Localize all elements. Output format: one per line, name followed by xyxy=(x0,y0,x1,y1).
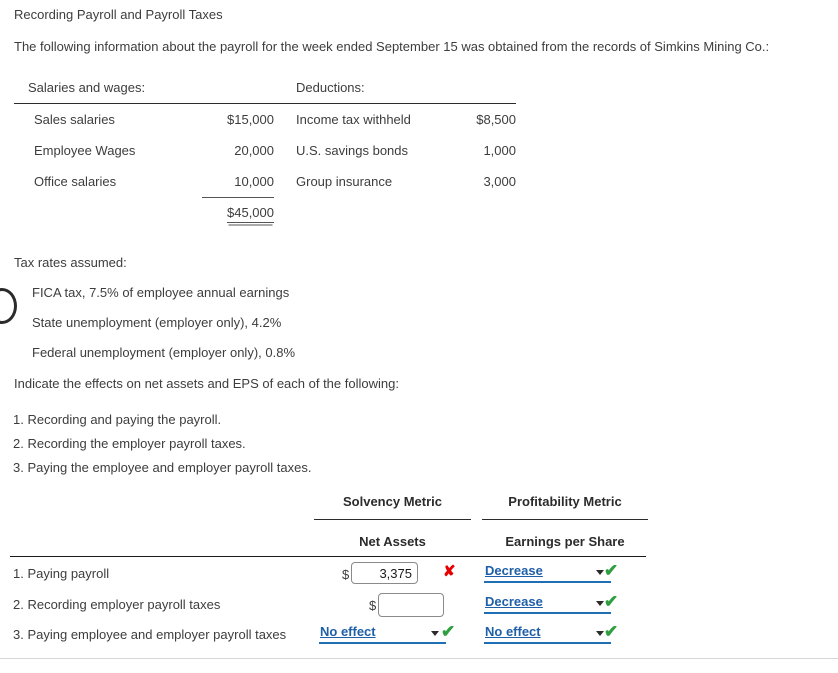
correct-mark-icon: ✔ xyxy=(604,622,619,641)
deductions-header-spacer xyxy=(448,72,516,103)
tax-rate-item: FICA tax, 7.5% of employee annual earnin… xyxy=(32,285,290,300)
salary-label: Sales salaries xyxy=(34,112,115,127)
profitability-header-rule xyxy=(482,519,648,520)
profitability-metric-header: Profitability Metric xyxy=(508,494,622,509)
currency-symbol: $ xyxy=(369,598,377,613)
deduction-label: U.S. savings bonds xyxy=(296,143,409,158)
salary-amount: 20,000 xyxy=(234,143,274,158)
deductions-header: Deductions: xyxy=(296,80,365,95)
salary-label: Employee Wages xyxy=(34,143,136,158)
eps-dropdown-value: Decrease xyxy=(485,594,543,609)
salary-amount: $15,000 xyxy=(227,112,274,127)
salaries-header: Salaries and wages: xyxy=(28,80,146,95)
list-item: 2. Recording the employer payroll taxes. xyxy=(13,436,246,451)
column-gap xyxy=(274,104,296,136)
column-gap xyxy=(274,72,296,103)
payroll-header-row: Salaries and wages: Deductions: xyxy=(14,72,516,103)
chevron-down-icon xyxy=(596,631,604,636)
column-gap xyxy=(274,135,296,166)
currency-symbol: $ xyxy=(342,567,350,582)
deduction-amount: $8,500 xyxy=(476,112,516,127)
eps-dropdown[interactable]: Decrease xyxy=(484,594,611,614)
tax-rate-item: Federal unemployment (employer only), 0.… xyxy=(32,345,296,360)
salaries-total-amount: $45,000 xyxy=(202,198,274,226)
spacer xyxy=(448,198,516,226)
table-row: Sales salaries $15,000 Income tax withhe… xyxy=(14,104,516,136)
tax-rate-item: State unemployment (employer only), 4.2% xyxy=(32,315,282,330)
spacer xyxy=(14,198,202,226)
chevron-down-icon xyxy=(596,570,604,575)
deduction-label: Group insurance xyxy=(296,174,393,189)
row-label: 3. Paying employee and employer payroll … xyxy=(13,627,287,642)
salaries-total-row: $45,000 xyxy=(14,198,516,226)
net-assets-input[interactable] xyxy=(351,562,418,584)
page-bottom-divider xyxy=(0,658,838,659)
deduction-amount: 3,000 xyxy=(483,174,516,189)
question-intro-text: The following information about the payr… xyxy=(14,39,770,54)
salary-label: Office salaries xyxy=(34,174,117,189)
page-title: Recording Payroll and Payroll Taxes xyxy=(14,7,223,22)
deduction-amount: 1,000 xyxy=(483,143,516,158)
spacer xyxy=(296,198,448,226)
net-assets-dropdown-value: No effect xyxy=(320,624,376,639)
deduction-label: Income tax withheld xyxy=(296,112,411,127)
eps-dropdown-value: Decrease xyxy=(485,563,543,578)
table-row: 2. Recording employer payroll taxes $ De… xyxy=(0,593,838,623)
eps-subheader: Earnings per Share xyxy=(505,534,625,549)
eps-dropdown[interactable]: Decrease xyxy=(484,563,611,583)
correct-mark-icon: ✔ xyxy=(441,622,456,641)
list-item: 3. Paying the employee and employer payr… xyxy=(13,460,312,475)
table-row: 3. Paying employee and employer payroll … xyxy=(0,623,838,653)
eps-dropdown[interactable]: No effect xyxy=(484,624,611,644)
net-assets-subheader: Net Assets xyxy=(359,534,426,549)
table-row: Office salaries 10,000 Group insurance 3… xyxy=(14,166,516,197)
salary-amount: 10,000 xyxy=(234,174,274,189)
chevron-down-icon xyxy=(431,631,439,636)
tax-rates-header: Tax rates assumed: xyxy=(14,255,127,270)
list-item: 1. Recording and paying the payroll. xyxy=(13,412,222,427)
solvency-header-rule xyxy=(314,519,471,520)
eps-dropdown-value: No effect xyxy=(485,624,541,639)
salaries-total-value: $45,000 xyxy=(227,205,274,223)
answer-table-top-rule xyxy=(10,556,646,557)
instruction-text: Indicate the effects on net assets and E… xyxy=(14,376,399,391)
correct-mark-icon: ✔ xyxy=(604,592,619,611)
exercise-page: Recording Payroll and Payroll Taxes The … xyxy=(0,0,838,673)
spacer xyxy=(274,198,296,226)
chevron-down-icon xyxy=(596,601,604,606)
net-assets-dropdown[interactable]: No effect xyxy=(319,624,446,644)
payroll-data-table: Salaries and wages: Deductions: Sales sa… xyxy=(14,72,516,226)
cut-off-circle-icon xyxy=(0,288,17,324)
row-label: 1. Paying payroll xyxy=(13,566,110,581)
salaries-header-spacer xyxy=(202,72,274,103)
table-row: Employee Wages 20,000 U.S. savings bonds… xyxy=(14,135,516,166)
net-assets-input[interactable] xyxy=(378,593,444,617)
incorrect-mark-icon: ✘ xyxy=(443,563,456,580)
correct-mark-icon: ✔ xyxy=(604,561,619,580)
table-row: 1. Paying payroll $ ✘ Decrease ✔ xyxy=(0,562,838,592)
solvency-metric-header: Solvency Metric xyxy=(343,494,442,509)
column-gap xyxy=(274,166,296,197)
row-label: 2. Recording employer payroll taxes xyxy=(13,597,221,612)
